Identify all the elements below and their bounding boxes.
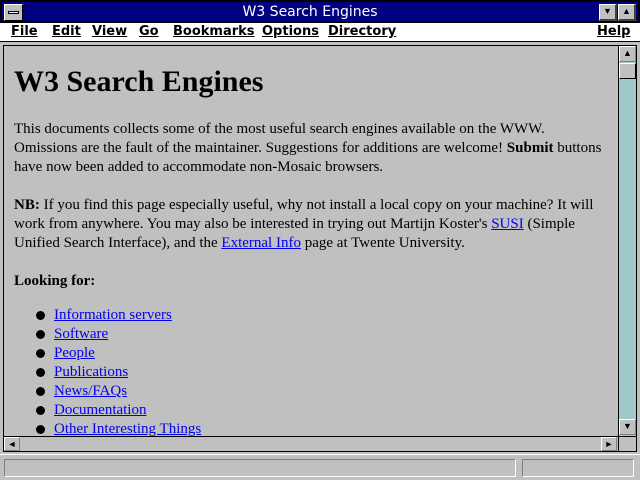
maximize-button[interactable]: ▲ <box>618 4 636 21</box>
status-message <box>4 459 516 477</box>
menu-edit[interactable]: Edit <box>52 24 81 40</box>
scrollbar-corner <box>618 436 636 451</box>
status-progress-panel <box>522 459 634 477</box>
intro-paragraph: This documents collects some of the most… <box>14 121 602 175</box>
menu-bar: File Edit View Go Bookmarks Options Dire… <box>0 23 640 42</box>
menu-file[interactable]: File <box>11 24 38 40</box>
menu-help[interactable]: Help <box>597 24 630 40</box>
document-frame: W3 Search Engines This documents collect… <box>3 45 637 452</box>
submit-bold-text: Submit <box>506 140 554 156</box>
nb-paragraph: NB: If you find this page especially use… <box>14 197 594 251</box>
scroll-up-arrow-icon[interactable]: ▲ <box>619 46 636 62</box>
menu-go[interactable]: Go <box>139 24 159 40</box>
software-link[interactable]: Software <box>54 326 108 342</box>
news-faqs-link[interactable]: News/FAQs <box>54 383 127 399</box>
status-bar <box>0 454 640 480</box>
vertical-scrollbar[interactable]: ▲ ▼ <box>618 46 636 436</box>
vertical-scroll-thumb[interactable] <box>619 63 636 79</box>
document-content: W3 Search Engines This documents collect… <box>4 46 618 436</box>
scroll-left-arrow-icon[interactable]: ◄ <box>4 437 20 451</box>
list-item: News/FAQs <box>36 382 608 401</box>
nb-label: NB: <box>14 197 40 213</box>
menu-bookmarks[interactable]: Bookmarks <box>173 24 255 40</box>
scroll-down-arrow-icon[interactable]: ▼ <box>619 419 636 435</box>
information-servers-link[interactable]: Information servers <box>54 307 172 323</box>
list-item: Other Interesting Things <box>36 420 608 436</box>
window-title: W3 Search Engines <box>242 4 378 20</box>
page-heading: W3 Search Engines <box>14 65 264 98</box>
scroll-right-arrow-icon[interactable]: ► <box>601 437 617 451</box>
list-item: Documentation <box>36 401 608 420</box>
title-bar: W3 Search Engines ▼ ▲ <box>0 0 640 23</box>
list-item: Information servers <box>36 306 608 325</box>
publications-link[interactable]: Publications <box>54 364 128 380</box>
list-item: People <box>36 344 608 363</box>
list-item: Software <box>36 325 608 344</box>
people-link[interactable]: People <box>54 345 95 361</box>
menu-view[interactable]: View <box>92 24 127 40</box>
menu-directory[interactable]: Directory <box>328 24 396 40</box>
external-info-link[interactable]: External Info <box>221 235 301 251</box>
system-menu-icon[interactable] <box>4 4 23 21</box>
list-item: Publications <box>36 363 608 382</box>
minimize-button[interactable]: ▼ <box>599 4 617 21</box>
search-category-list: Information servers Software People Publ… <box>36 306 608 436</box>
documentation-link[interactable]: Documentation <box>54 402 146 418</box>
horizontal-scrollbar[interactable]: ◄ ► <box>4 436 618 451</box>
other-interesting-things-link[interactable]: Other Interesting Things <box>54 421 201 436</box>
susi-link[interactable]: SUSI <box>491 216 524 232</box>
looking-for-label: Looking for: <box>14 273 96 289</box>
menu-options[interactable]: Options <box>262 24 319 40</box>
